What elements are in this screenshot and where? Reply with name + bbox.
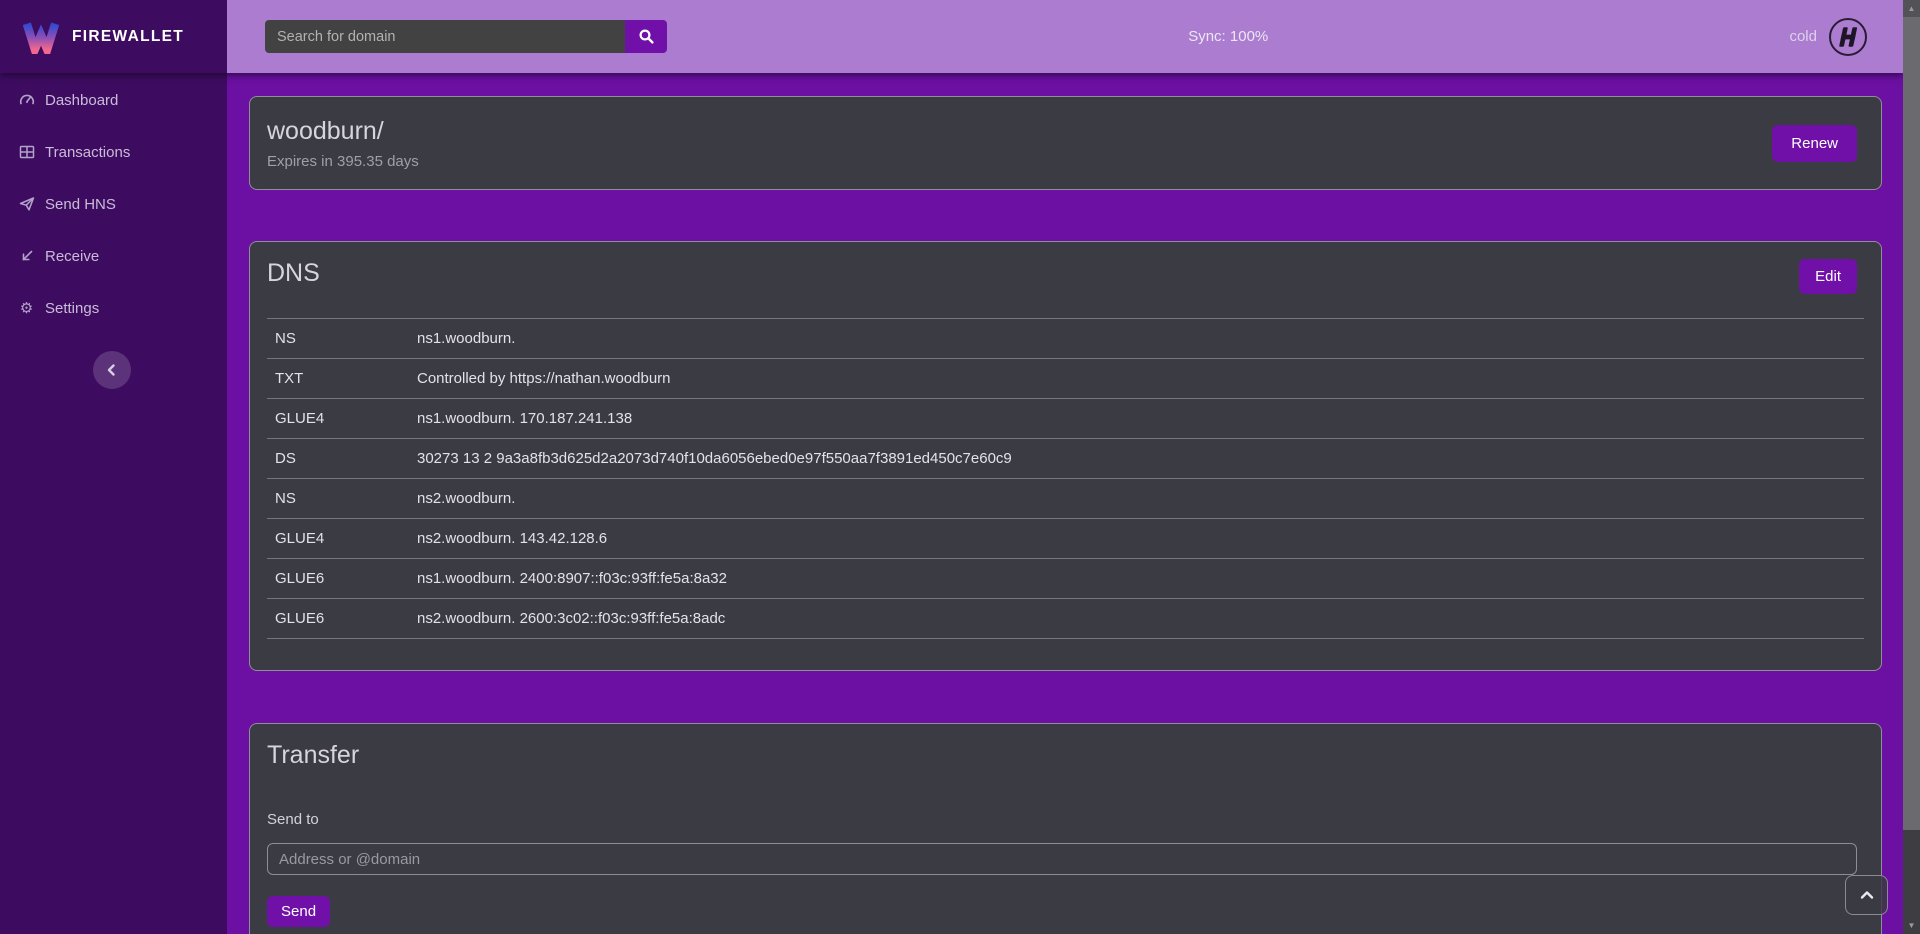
scroll-to-top-button[interactable] xyxy=(1845,875,1888,915)
scrollbar-up-arrow-icon[interactable]: ▲ xyxy=(1903,0,1920,17)
send-to-label: Send to xyxy=(267,811,1857,828)
sidebar-item-receive[interactable]: Receive xyxy=(0,230,227,282)
dns-record-value: ns1.woodburn. 170.187.241.138 xyxy=(417,399,1864,439)
sidebar-item-label: Dashboard xyxy=(45,92,118,109)
main-content: woodburn/ Expires in 395.35 days Renew D… xyxy=(227,73,1903,934)
topbar: Sync: 100% cold xyxy=(227,0,1903,73)
wallet-zone: cold xyxy=(1789,18,1867,56)
sidebar-item-label: Receive xyxy=(45,248,99,265)
dns-record-type: DS xyxy=(267,439,417,479)
sidebar-item-settings[interactable]: ⚙ Settings xyxy=(0,282,227,334)
sidebar-collapse-button[interactable] xyxy=(93,351,131,389)
domain-expiry: Expires in 395.35 days xyxy=(267,153,419,170)
dns-record-value: ns2.woodburn. xyxy=(417,479,1864,519)
page-scrollbar[interactable]: ▲ ▼ xyxy=(1903,0,1920,934)
app-logo[interactable]: FIREWALLET xyxy=(0,0,227,73)
domain-card: woodburn/ Expires in 395.35 days Renew xyxy=(249,96,1882,190)
sync-status: Sync: 100% xyxy=(667,28,1789,45)
transfer-title: Transfer xyxy=(267,741,1857,770)
dns-records-table: NSns1.woodburn.TXTControlled by https://… xyxy=(267,318,1864,639)
account-avatar[interactable] xyxy=(1829,18,1867,56)
dns-record-row: GLUE4ns1.woodburn. 170.187.241.138 xyxy=(267,399,1864,439)
transfer-card: Transfer Send to Send xyxy=(249,723,1882,934)
dns-record-row: GLUE4ns2.woodburn. 143.42.128.6 xyxy=(267,519,1864,559)
dns-record-row: TXTControlled by https://nathan.woodburn xyxy=(267,359,1864,399)
dashboard-gauge-icon xyxy=(18,92,35,109)
domain-title: woodburn/ xyxy=(267,117,419,146)
dns-record-type: GLUE4 xyxy=(267,399,417,439)
sidebar-item-transactions[interactable]: Transactions xyxy=(0,126,227,178)
edit-dns-button[interactable]: Edit xyxy=(1799,259,1857,294)
dns-record-type: NS xyxy=(267,319,417,359)
sidebar-item-label: Transactions xyxy=(45,144,130,161)
dns-record-type: GLUE4 xyxy=(267,519,417,559)
sidebar-nav: Dashboard Transactions Send HNS xyxy=(0,73,227,334)
dns-record-row: DS30273 13 2 9a3a8fb3d625d2a2073d740f10d… xyxy=(267,439,1864,479)
search-button[interactable] xyxy=(625,20,667,53)
wallet-name: cold xyxy=(1789,28,1817,45)
dns-record-row: GLUE6ns1.woodburn. 2400:8907::f03c:93ff:… xyxy=(267,559,1864,599)
gear-icon: ⚙ xyxy=(18,300,35,317)
send-button[interactable]: Send xyxy=(267,896,330,927)
dns-table-body: NSns1.woodburn.TXTControlled by https://… xyxy=(267,319,1864,639)
transfer-address-input[interactable] xyxy=(267,843,1857,875)
dns-record-type: GLUE6 xyxy=(267,559,417,599)
dns-card: DNS Edit NSns1.woodburn.TXTControlled by… xyxy=(249,241,1882,671)
sidebar-item-send-hns[interactable]: Send HNS xyxy=(0,178,227,230)
domain-search xyxy=(265,20,667,53)
firewallet-w-icon xyxy=(22,20,60,54)
paper-plane-icon xyxy=(18,196,35,213)
dns-record-value: ns2.woodburn. 2600:3c02::f03c:93ff:fe5a:… xyxy=(417,599,1864,639)
dns-record-row: GLUE6ns2.woodburn. 2600:3c02::f03c:93ff:… xyxy=(267,599,1864,639)
sidebar-item-label: Settings xyxy=(45,300,99,317)
renew-button[interactable]: Renew xyxy=(1772,125,1857,162)
dns-title: DNS xyxy=(267,259,320,288)
arrow-down-left-icon xyxy=(18,248,35,265)
dns-record-row: NSns1.woodburn. xyxy=(267,319,1864,359)
handshake-icon xyxy=(1835,24,1861,50)
sidebar-item-label: Send HNS xyxy=(45,196,116,213)
scrollbar-down-arrow-icon[interactable]: ▼ xyxy=(1903,917,1920,934)
search-input[interactable] xyxy=(265,20,625,53)
dns-record-value: ns2.woodburn. 143.42.128.6 xyxy=(417,519,1864,559)
dns-record-type: TXT xyxy=(267,359,417,399)
sidebar-item-dashboard[interactable]: Dashboard xyxy=(0,74,227,126)
dns-record-value: Controlled by https://nathan.woodburn xyxy=(417,359,1864,399)
app-title: FIREWALLET xyxy=(72,28,184,46)
dns-record-type: NS xyxy=(267,479,417,519)
dns-record-value: ns1.woodburn. xyxy=(417,319,1864,359)
scrollbar-thumb[interactable] xyxy=(1903,17,1920,830)
table-icon xyxy=(18,144,35,161)
chevron-up-icon xyxy=(1859,889,1875,901)
dns-record-value: ns1.woodburn. 2400:8907::f03c:93ff:fe5a:… xyxy=(417,559,1864,599)
sidebar: FIREWALLET Dashboard Transactions xyxy=(0,0,227,934)
chevron-left-icon xyxy=(105,363,119,377)
search-icon xyxy=(638,28,655,45)
dns-record-row: NSns2.woodburn. xyxy=(267,479,1864,519)
dns-record-value: 30273 13 2 9a3a8fb3d625d2a2073d740f10da6… xyxy=(417,439,1864,479)
dns-record-type: GLUE6 xyxy=(267,599,417,639)
